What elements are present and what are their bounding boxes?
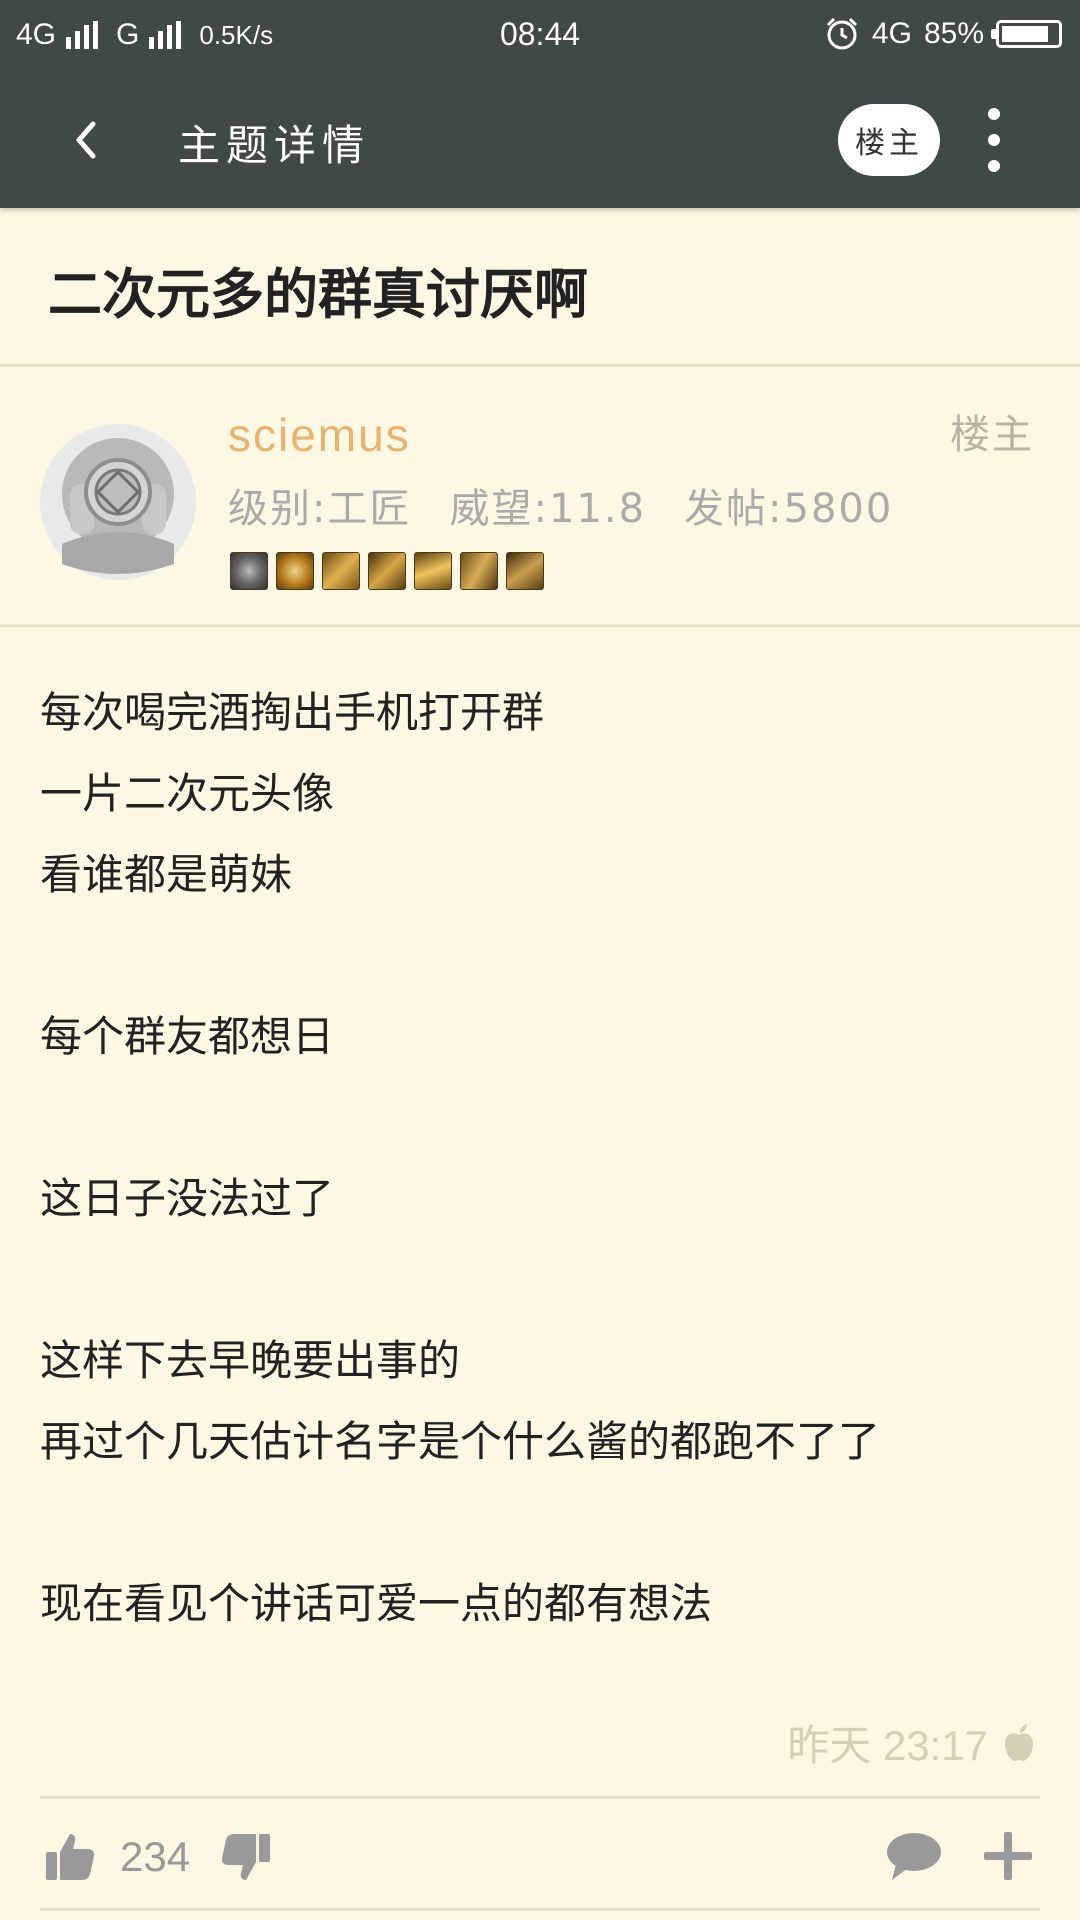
post-line: 这样下去早晚要出事的 — [40, 1336, 461, 1385]
only-op-button[interactable]: 楼主 — [838, 104, 940, 176]
more-dot — [988, 160, 1000, 172]
comment-icon — [887, 1833, 941, 1880]
dislike-button[interactable] — [220, 1832, 272, 1884]
post-line: 看谁都是萌妹 — [40, 850, 293, 899]
medal-1-icon — [230, 552, 268, 590]
more-menu-button[interactable] — [980, 108, 1008, 172]
author-posts: 发帖:5800 — [684, 486, 894, 532]
divider — [0, 364, 1080, 367]
like-count: 234 — [120, 1833, 191, 1880]
post-line — [40, 1482, 1040, 1563]
author-prestige: 威望:11.8 — [449, 486, 647, 532]
medal-5-icon — [414, 552, 452, 590]
battery-percent: 85% — [923, 17, 984, 50]
author-name[interactable]: sciemus — [228, 408, 411, 462]
medal-2-icon — [276, 552, 314, 590]
divider — [40, 1796, 1040, 1799]
chevron-left-icon — [76, 121, 96, 159]
comment-button[interactable] — [886, 1830, 942, 1882]
op-tag: 楼主 — [950, 412, 1034, 458]
author-level: 级别:工匠 — [228, 486, 412, 532]
status-bar: 4G G 0.5K/s 08:44 4G 85% — [0, 0, 1080, 72]
post-line: 现在看见个讲话可爱一点的都有想法 — [40, 1579, 713, 1628]
battery-icon — [991, 20, 1062, 48]
post-line — [40, 1077, 1040, 1158]
app-bar: 主题详情 楼主 — [0, 72, 1080, 208]
post-line: 再过个几天估计名字是个什么酱的都跑不了了 — [40, 1417, 881, 1466]
alarm-icon — [826, 17, 857, 50]
post-line — [40, 915, 1040, 996]
medal-4-icon — [368, 552, 406, 590]
post-line: 每次喝完酒掏出手机打开群 — [40, 688, 545, 737]
more-dot — [988, 134, 1000, 146]
medal-3-icon — [322, 552, 360, 590]
back-button[interactable] — [58, 112, 114, 168]
diving-helmet-icon — [40, 424, 196, 580]
author-meta: 级别:工匠 威望:11.8 发帖:5800 — [228, 476, 893, 534]
post-time-row: 昨天 23:17 — [787, 1712, 1036, 1773]
like-button[interactable] — [44, 1830, 96, 1882]
plus-icon — [984, 1832, 1032, 1880]
thumbs-up-icon — [46, 1834, 95, 1880]
post-line: 每个群友都想日 — [40, 1012, 335, 1061]
add-button[interactable] — [982, 1830, 1034, 1882]
divider — [0, 624, 1080, 627]
more-vertical-icon — [988, 108, 1000, 120]
apple-icon — [1005, 1723, 1033, 1761]
divider — [40, 1908, 1040, 1911]
thread-title: 二次元多的群真讨厌啊 — [48, 263, 588, 326]
post-line: 这日子没法过了 — [40, 1174, 335, 1223]
medal-list — [230, 552, 544, 590]
avatar[interactable] — [40, 424, 196, 580]
medal-7-icon — [506, 552, 544, 590]
page-title: 主题详情 — [178, 121, 371, 170]
network-type-3: 4G — [871, 17, 912, 50]
post-content: 每次喝完酒掏出手机打开群 一片二次元头像 看谁都是萌妹 每个群友都想日 这日子没法过了这… — [40, 672, 1040, 1644]
status-right: 4G 85% — [824, 16, 1062, 52]
thumbs-down-icon — [221, 1834, 270, 1880]
medal-6-icon — [460, 552, 498, 590]
post-line: 一片二次元头像 — [40, 769, 335, 818]
post-time: 昨天 23:17 — [787, 1722, 988, 1769]
post-line — [40, 1239, 1040, 1320]
